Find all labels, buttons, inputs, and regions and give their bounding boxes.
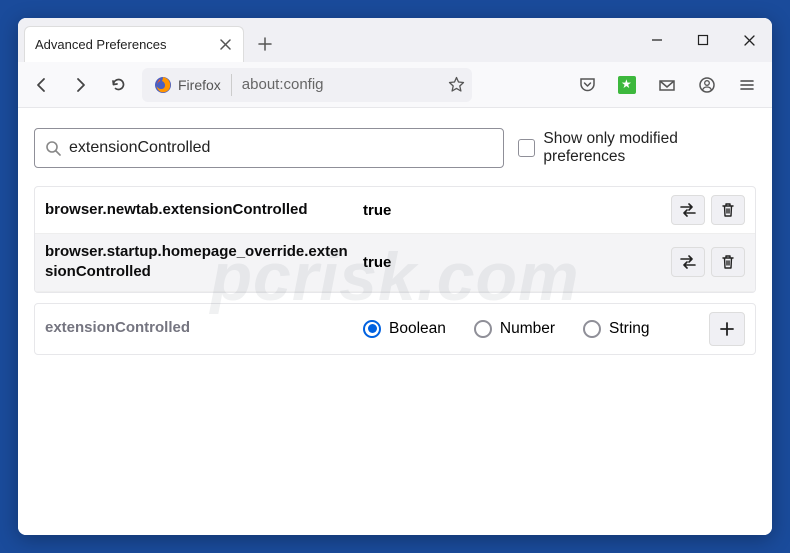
pocket-icon[interactable] — [570, 69, 604, 101]
tab-title: Advanced Preferences — [35, 37, 217, 52]
firefox-logo-icon — [154, 76, 172, 94]
new-pref-name: extensionControlled — [45, 318, 345, 338]
tab-advanced-preferences[interactable]: Advanced Preferences — [24, 26, 244, 62]
browser-window: Advanced Preferences — [18, 18, 772, 535]
maximize-button[interactable] — [680, 18, 726, 62]
bookmark-star-icon[interactable] — [440, 76, 472, 93]
delete-button[interactable] — [711, 247, 745, 277]
add-preference-button[interactable] — [709, 312, 745, 346]
close-tab-icon[interactable] — [217, 37, 233, 53]
toggle-button[interactable] — [671, 195, 705, 225]
account-icon[interactable] — [690, 69, 724, 101]
pref-value: true — [363, 254, 663, 271]
pref-row[interactable]: browser.newtab.extensionControlled true — [35, 187, 755, 234]
tabs-area: Advanced Preferences — [18, 20, 634, 62]
nav-toolbar: Firefox about:config — [18, 62, 772, 108]
checkbox-icon — [518, 139, 535, 157]
search-icon — [45, 140, 61, 156]
forward-button[interactable] — [64, 69, 96, 101]
radio-string[interactable]: String — [583, 320, 650, 338]
radio-icon — [474, 320, 492, 338]
toggle-button[interactable] — [671, 247, 705, 277]
extension-icon[interactable] — [610, 69, 644, 101]
url-bar[interactable]: Firefox about:config — [142, 68, 472, 102]
close-window-button[interactable] — [726, 18, 772, 62]
radio-number[interactable]: Number — [474, 320, 555, 338]
radio-label: String — [609, 320, 650, 338]
pref-name: browser.newtab.extensionControlled — [45, 200, 355, 220]
radio-label: Boolean — [389, 320, 446, 338]
delete-button[interactable] — [711, 195, 745, 225]
window-controls — [634, 18, 772, 62]
back-button[interactable] — [26, 69, 58, 101]
new-preference-row: extensionControlled Boolean Number Strin… — [34, 303, 756, 355]
show-modified-checkbox[interactable]: Show only modified preferences — [518, 130, 756, 166]
radio-label: Number — [500, 320, 555, 338]
about-config-content: Show only modified preferences browser.n… — [18, 108, 772, 535]
minimize-button[interactable] — [634, 18, 680, 62]
reload-button[interactable] — [102, 69, 134, 101]
titlebar: Advanced Preferences — [18, 18, 772, 62]
new-tab-button[interactable] — [250, 29, 280, 59]
type-radio-group: Boolean Number String — [363, 320, 650, 338]
radio-icon — [363, 320, 381, 338]
radio-icon — [583, 320, 601, 338]
identity-label: Firefox — [178, 77, 221, 93]
show-modified-label: Show only modified preferences — [543, 130, 756, 166]
config-search-box[interactable] — [34, 128, 504, 168]
radio-boolean[interactable]: Boolean — [363, 320, 446, 338]
url-text: about:config — [232, 76, 440, 93]
config-search-input[interactable] — [69, 139, 493, 157]
search-row: Show only modified preferences — [34, 128, 756, 168]
pref-name: browser.startup.homepage_override.extens… — [45, 242, 355, 283]
app-menu-button[interactable] — [730, 69, 764, 101]
pref-row[interactable]: browser.startup.homepage_override.extens… — [35, 234, 755, 292]
preferences-list: browser.newtab.extensionControlled true … — [34, 186, 756, 293]
identity-box[interactable]: Firefox — [148, 74, 232, 96]
inbox-icon[interactable] — [650, 69, 684, 101]
pref-value: true — [363, 202, 663, 219]
